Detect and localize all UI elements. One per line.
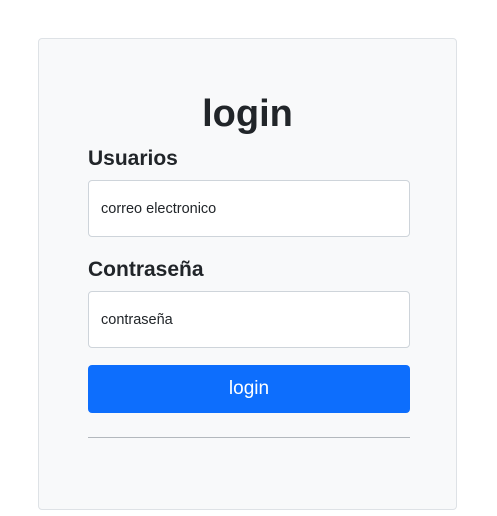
divider <box>88 437 410 438</box>
password-label: Contraseña <box>88 258 204 281</box>
login-button[interactable]: login <box>88 365 410 413</box>
user-label: Usuarios <box>88 147 178 170</box>
email-field[interactable] <box>88 180 410 237</box>
login-card: login Usuarios Contraseña login <box>38 38 457 510</box>
password-field[interactable] <box>88 291 410 348</box>
login-title: login <box>202 93 293 135</box>
